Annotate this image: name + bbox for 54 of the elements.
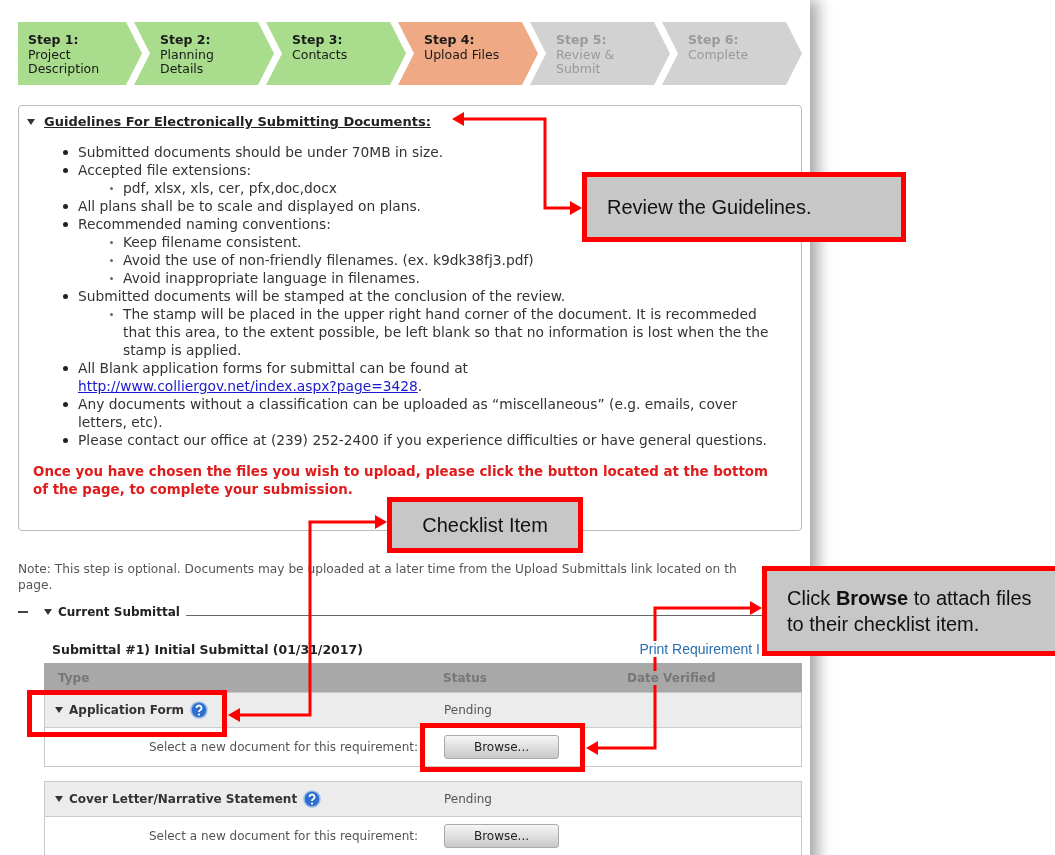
callout-box: Checklist Item [387,497,583,553]
bullet-icon [110,313,113,316]
bullet-icon [63,168,68,173]
callout-box: Click Browse to attach files to their checklist item. [762,566,1055,656]
callout-box: Review the Guidelines. [582,172,906,242]
bullet-icon [63,402,68,407]
bullet-icon [63,150,68,155]
section-legend[interactable]: Current Submittal [58,605,180,619]
guideline-text: All Blank application forms for submittal can be found at http://www.colliergov.net/index.aspx?page=3428. [78,359,469,395]
guideline-text: Submitted documents should be under 70MB in size. [78,143,444,161]
note-text: page. [18,577,53,593]
bullet-icon [110,241,113,244]
bullet-icon [63,438,68,443]
warning-text: Once you have chosen the files you wish to upload, please click the button located at the bottom of the page, to complete your submission. [32,463,769,499]
bullet-icon [63,294,68,299]
guideline-text: Any documents without a classification can be uploaded as “miscellaneous” (e.g. emails, cover letters, etc). [78,395,739,431]
guideline-text: Avoid inappropriate language in filenames. [123,269,420,287]
guideline-text: The stamp will be placed in the upper right hand corner of the document. It is recommeded that this area, to the extent possible, be left blank so that no information is lost when the the stamp is applied. [123,305,770,359]
bullet-icon [110,187,113,190]
wizard-step[interactable]: Step 1: Project Description [18,22,142,85]
caret-icon[interactable] [27,118,35,125]
guideline-text: Avoid the use of non-friendly filenames. (ex. k9dk38fj3.pdf) [123,251,534,269]
guideline-text: Keep filename consistent. [123,233,302,251]
guideline-text: All plans shall be to scale and displayed on plans. [78,197,421,215]
bullet-icon [63,204,68,209]
wizard-step[interactable]: Step 2: Planning Details [134,22,274,85]
caret-icon[interactable] [44,609,52,615]
bullet-icon [110,277,113,280]
guidelines-title[interactable]: Guidelines For Electronically Submitting Documents: [44,114,431,129]
wizard-step[interactable]: Step 3: Contacts [266,22,406,85]
bullet-icon [110,259,113,262]
guideline-text: Recommended naming conventions: [78,215,331,233]
help-icon[interactable] [190,701,209,719]
caret-icon[interactable] [55,796,63,802]
caret-icon[interactable] [55,707,63,713]
guideline-text: Submitted documents will be stamped at the conclusion of the review. [78,287,566,305]
guideline-text: pdf, xlsx, xls, cer, pfx,doc,docx [123,179,338,197]
bullet-icon [63,366,68,371]
print-link[interactable]: Print Requirement I [639,641,760,657]
requirement-name[interactable]: Cover Letter/Narrative Statement [69,792,298,806]
collapse-icon[interactable] [18,610,28,614]
wizard-step[interactable]: Step 4: Upload Files [398,22,538,85]
status-text: Pending [444,792,493,806]
prompt-text: Select a new document for this requirement: [147,829,419,843]
forms-link[interactable]: http://www.colliergov.net/index.aspx?page=3428 [78,378,418,394]
help-icon[interactable] [303,790,322,808]
requirement-name[interactable]: Application Form [69,703,185,717]
browse-button[interactable]: Browse... [444,824,559,848]
guideline-text: Accepted file extensions: [78,161,252,179]
guideline-text: Please contact our office at (239) 252-2400 if you experience difficulties or have general questions. [78,431,767,449]
browse-button[interactable]: Browse... [444,735,559,759]
prompt-text: Select a new document for this requirement: [147,740,419,754]
status-text: Pending [444,703,493,717]
bullet-icon [63,222,68,227]
